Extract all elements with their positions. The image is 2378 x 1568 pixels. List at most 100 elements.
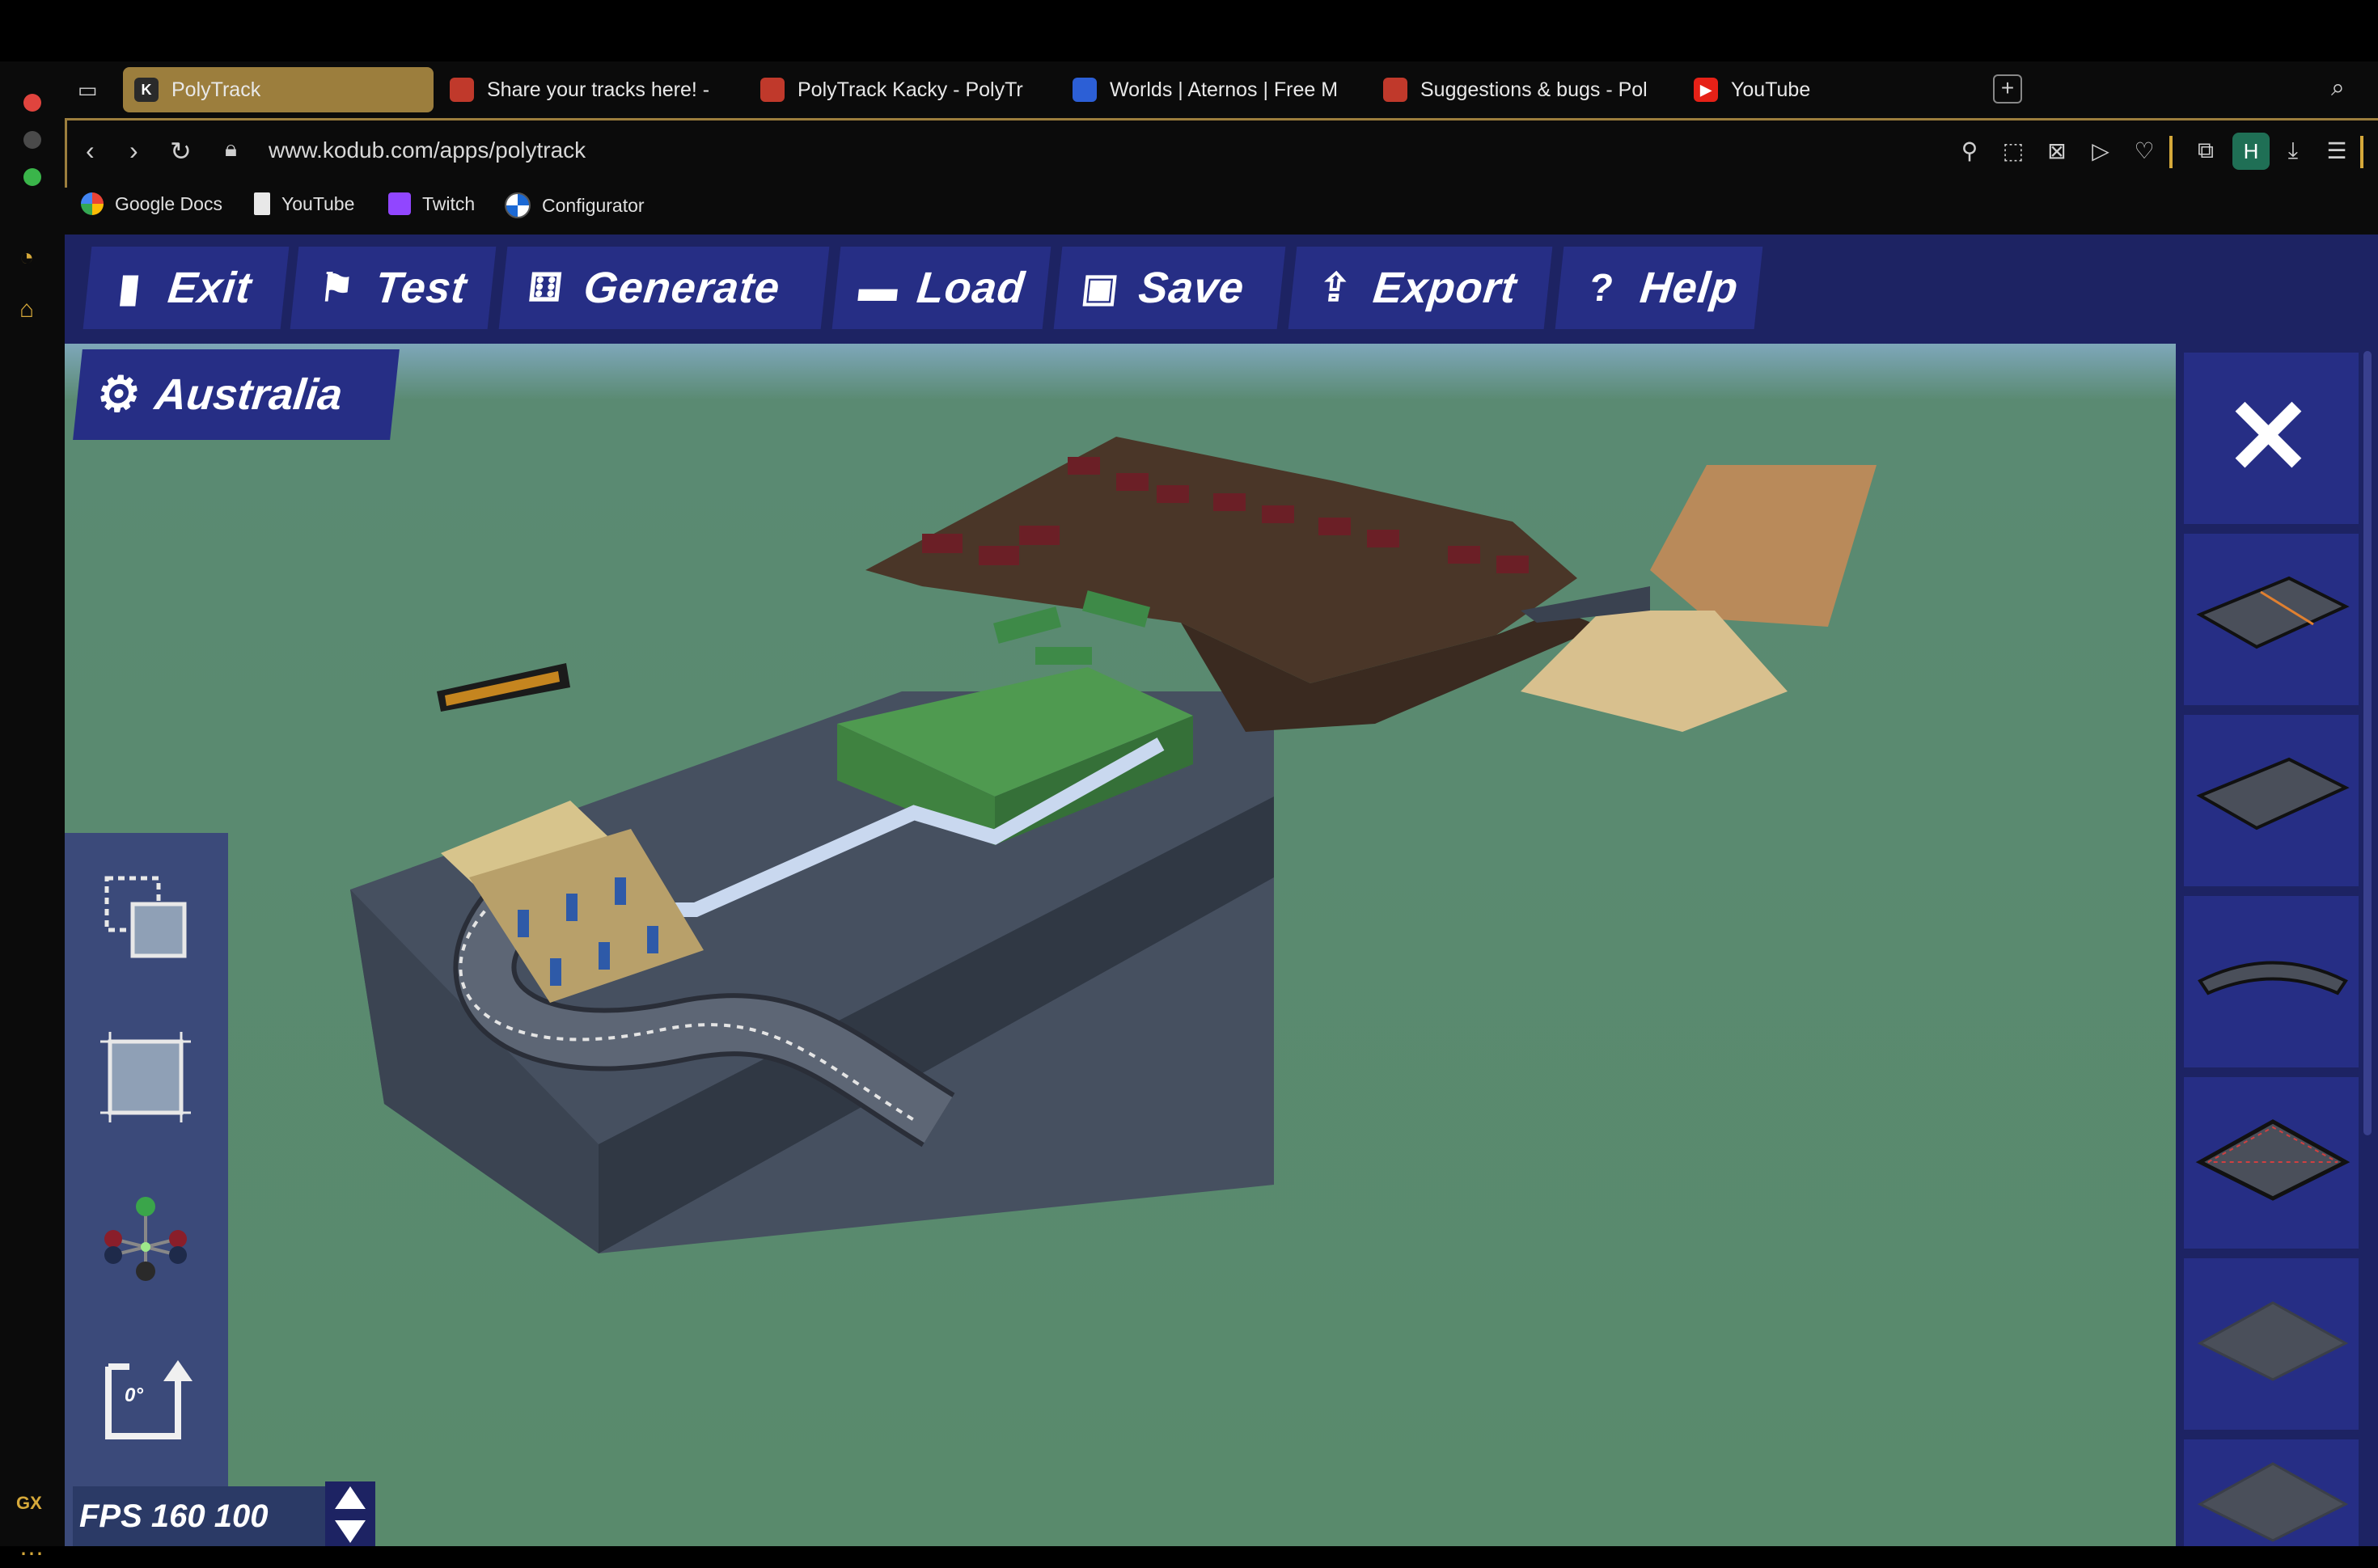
- file-icon: [254, 192, 270, 215]
- tab-label: Suggestions & bugs - Pol: [1420, 78, 1648, 101]
- url-field[interactable]: www.kodub.com/apps/polytrack: [269, 137, 586, 163]
- rotate-tool-button[interactable]: 0°: [97, 1350, 194, 1448]
- piece-slot[interactable]: [2184, 1258, 2359, 1430]
- fps-counter: FPS 160 100: [73, 1486, 325, 1546]
- aternos-icon: [1073, 78, 1097, 102]
- search-tabs-icon[interactable]: ⌕: [2331, 74, 2359, 102]
- area-tool-button[interactable]: [97, 1029, 194, 1126]
- youtube-icon: ▶: [1694, 78, 1718, 102]
- load-label: Load: [914, 264, 1028, 312]
- bookmark-label: YouTube: [281, 192, 355, 214]
- folder-icon: ▬: [857, 266, 900, 310]
- profile-avatar[interactable]: H: [2232, 133, 2270, 170]
- exit-label: Exit: [165, 264, 255, 312]
- export-button[interactable]: ⇪ Export: [1288, 247, 1553, 329]
- exit-button[interactable]: ▮ Exit: [83, 247, 290, 329]
- google-icon: [81, 192, 104, 215]
- lock-icon: 🔒︎: [225, 136, 237, 161]
- bookmark-youtube[interactable]: YouTube: [254, 192, 354, 215]
- heart-icon[interactable]: ♡: [2132, 137, 2156, 165]
- help-button[interactable]: ? Help: [1555, 247, 1763, 329]
- forum-icon: [760, 78, 785, 102]
- up-down-arrows-icon: [335, 1486, 366, 1543]
- piece-slot[interactable]: [2184, 1077, 2359, 1249]
- tab-label: Share your tracks here! -: [487, 78, 710, 101]
- select-tool-button[interactable]: [97, 869, 194, 966]
- tab-suggestions[interactable]: Suggestions & bugs - Pol: [1383, 67, 1661, 112]
- rotate-icon: [105, 1360, 193, 1439]
- menu-icon[interactable]: ☰: [2325, 137, 2349, 165]
- move-gizmo-icon: [104, 1197, 187, 1281]
- bot-icon[interactable]: ⌂: [19, 296, 47, 323]
- panel-scrollbar[interactable]: [2363, 351, 2372, 1135]
- road-square-border-icon: [2195, 1119, 2350, 1201]
- generate-label: Generate: [581, 264, 783, 312]
- share-icon: ⇪: [1316, 267, 1353, 310]
- tab-aternos[interactable]: Worlds | Aternos | Free M: [1073, 67, 1351, 112]
- test-button[interactable]: ⚑ Test: [290, 247, 497, 329]
- adblock-icon[interactable]: ⊠: [2045, 137, 2069, 165]
- new-tab-button[interactable]: +: [1993, 74, 2022, 104]
- area-icon: [100, 1032, 191, 1122]
- tab-polytrack[interactable]: K PolyTrack: [123, 67, 434, 112]
- help-label: Help: [1637, 264, 1741, 312]
- bookmark-label: Google Docs: [115, 192, 222, 214]
- kodub-icon: K: [134, 78, 159, 102]
- door-icon: ▮: [116, 267, 142, 310]
- minimize-window-dot[interactable]: [23, 131, 41, 149]
- download-icon[interactable]: ⤓: [2281, 137, 2305, 165]
- extensions-icon[interactable]: ⧉: [2194, 137, 2218, 165]
- track-3d-viewport[interactable]: [65, 344, 2176, 1546]
- select-icon: [104, 876, 187, 958]
- load-button[interactable]: ▬ Load: [831, 247, 1051, 329]
- piece-slot[interactable]: [2184, 715, 2359, 886]
- road-straight-icon: [2196, 757, 2350, 830]
- forward-icon[interactable]: ›: [129, 136, 138, 166]
- gx-label: GX: [16, 1493, 42, 1513]
- rotation-label: 0°: [125, 1384, 143, 1406]
- window-titlebar: [0, 0, 2378, 61]
- height-adjust-control[interactable]: [325, 1481, 375, 1546]
- bookmark-google-docs[interactable]: Google Docs: [81, 192, 222, 215]
- tab-label: YouTube: [1731, 78, 1811, 101]
- piece-slot[interactable]: [2184, 534, 2359, 705]
- more-icon[interactable]: ⋯: [19, 1540, 44, 1568]
- forum-icon: [1383, 78, 1407, 102]
- save-label: Save: [1136, 264, 1247, 312]
- piece-slot[interactable]: [2184, 896, 2359, 1067]
- road-curve-icon: [2198, 961, 2348, 995]
- move-tool-button[interactable]: [97, 1194, 194, 1291]
- plain-square-icon: [2197, 1301, 2349, 1381]
- send-icon[interactable]: ▷: [2088, 137, 2113, 165]
- bookmark-twitch[interactable]: Twitch: [388, 192, 475, 215]
- close-panel-button[interactable]: ✕: [2184, 353, 2359, 524]
- maximize-window-dot[interactable]: [23, 168, 41, 186]
- tab-label: Worlds | Aternos | Free M: [1110, 78, 1339, 101]
- tab-share-tracks[interactable]: Share your tracks here! -: [450, 67, 728, 112]
- bookmark-configurator[interactable]: Configurator: [505, 192, 645, 218]
- tab-polytrack-kacky[interactable]: PolyTrack Kacky - PolyTr: [760, 67, 1039, 112]
- pin-icon[interactable]: ⚲: [1957, 137, 1982, 165]
- close-icon: ✕: [2224, 378, 2312, 496]
- reload-icon[interactable]: ↻: [170, 136, 192, 167]
- flag-icon: ⚑: [316, 267, 357, 310]
- speed-dial-icon[interactable]: ◔: [19, 244, 47, 272]
- tab-menu-icon[interactable]: ▭: [78, 78, 102, 102]
- floppy-icon: ▣: [1079, 267, 1121, 310]
- save-button[interactable]: ▣ Save: [1053, 247, 1286, 329]
- tab-label: PolyTrack Kacky - PolyTr: [798, 78, 1023, 101]
- track-settings-button[interactable]: ⚙ Australia: [73, 349, 400, 440]
- browser-sidebar: ◔ ⌂ GX ⋯: [0, 61, 65, 1567]
- forum-icon: [450, 78, 474, 102]
- piece-slot[interactable]: [2184, 1439, 2359, 1546]
- help-icon: ?: [1587, 266, 1616, 310]
- close-window-dot[interactable]: [23, 94, 41, 112]
- road-straight-checkpoint-icon: [2196, 576, 2350, 649]
- tab-youtube[interactable]: ▶ YouTube: [1694, 67, 1888, 112]
- back-icon[interactable]: ‹: [86, 136, 95, 166]
- generate-button[interactable]: ⚅ Generate: [498, 247, 830, 329]
- divider: [2360, 136, 2363, 168]
- bmw-icon: [505, 192, 531, 218]
- export-label: Export: [1370, 264, 1520, 312]
- snapshot-icon[interactable]: ⬚: [2001, 137, 2025, 165]
